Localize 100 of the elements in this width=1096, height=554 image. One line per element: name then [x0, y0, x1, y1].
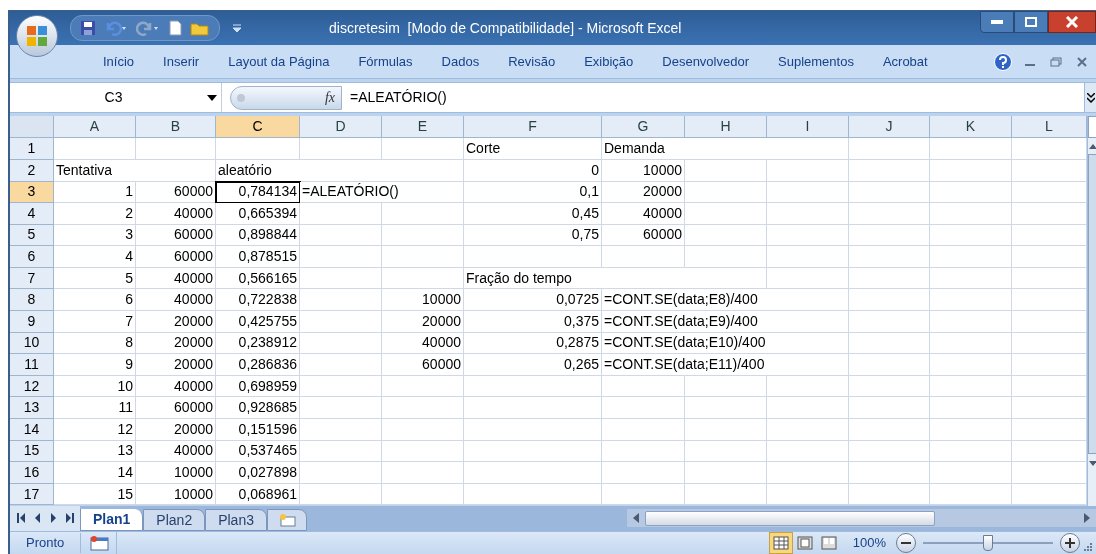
- table-cell[interactable]: [216, 138, 300, 160]
- table-cell[interactable]: [767, 159, 849, 182]
- table-cell[interactable]: [464, 375, 602, 398]
- column-header[interactable]: D: [300, 116, 382, 139]
- select-all-corner[interactable]: [10, 116, 54, 139]
- minimize-button[interactable]: [980, 11, 1014, 33]
- table-cell[interactable]: [930, 462, 1012, 484]
- table-cell[interactable]: [602, 419, 685, 441]
- zoom-in-button[interactable]: [1060, 532, 1080, 553]
- table-cell[interactable]: [464, 462, 602, 484]
- table-cell[interactable]: [849, 159, 930, 182]
- table-cell[interactable]: [300, 138, 382, 160]
- first-sheet-icon[interactable]: [16, 512, 26, 525]
- office-button[interactable]: [16, 15, 58, 57]
- table-cell[interactable]: [767, 181, 849, 204]
- table-cell[interactable]: [930, 311, 1012, 333]
- table-cell[interactable]: [767, 246, 849, 268]
- table-cell[interactable]: 0,286836: [216, 354, 300, 376]
- table-cell[interactable]: [685, 246, 767, 268]
- table-cell[interactable]: aleatório: [216, 159, 464, 182]
- table-cell[interactable]: [382, 483, 464, 506]
- table-cell[interactable]: [382, 462, 464, 484]
- table-cell[interactable]: Tentativa: [54, 159, 216, 182]
- table-cell[interactable]: =CONT.SE(data;E11)/400: [602, 354, 849, 376]
- table-cell[interactable]: [849, 224, 930, 247]
- table-cell[interactable]: [849, 267, 930, 290]
- ribbon-tab[interactable]: Fórmulas: [345, 51, 426, 72]
- table-cell[interactable]: [1012, 138, 1087, 160]
- row-header[interactable]: 15: [10, 440, 54, 463]
- vertical-scrollbar[interactable]: [1087, 116, 1096, 507]
- table-cell[interactable]: [300, 397, 382, 420]
- table-cell[interactable]: [685, 397, 767, 420]
- table-cell[interactable]: [849, 483, 930, 506]
- table-cell[interactable]: Demanda: [602, 138, 849, 160]
- table-cell[interactable]: 0,698959: [216, 375, 300, 398]
- table-cell[interactable]: [382, 246, 464, 268]
- table-cell[interactable]: 20000: [382, 311, 464, 333]
- table-cell[interactable]: [849, 332, 930, 355]
- table-cell[interactable]: [1012, 419, 1087, 441]
- table-cell[interactable]: Corte: [464, 138, 602, 160]
- table-cell[interactable]: 0,722838: [216, 289, 300, 312]
- table-cell[interactable]: 13: [54, 440, 136, 463]
- table-cell[interactable]: 20000: [136, 419, 216, 441]
- row-header[interactable]: 1: [10, 138, 54, 160]
- help-icon[interactable]: [994, 52, 1012, 71]
- table-cell[interactable]: [382, 224, 464, 247]
- table-cell[interactable]: 40000: [136, 440, 216, 463]
- table-cell[interactable]: 60000: [382, 354, 464, 376]
- table-cell[interactable]: [1012, 332, 1087, 355]
- table-cell[interactable]: [930, 267, 1012, 290]
- table-cell[interactable]: 0,0725: [464, 289, 602, 312]
- table-cell[interactable]: [849, 289, 930, 312]
- scroll-left-icon[interactable]: [633, 513, 639, 524]
- table-cell[interactable]: [685, 181, 767, 204]
- table-cell[interactable]: 10000: [382, 289, 464, 312]
- table-cell[interactable]: 0: [464, 159, 602, 182]
- table-cell[interactable]: 0,566165: [216, 267, 300, 290]
- table-cell[interactable]: [300, 419, 382, 441]
- ribbon-tab[interactable]: Início: [90, 51, 148, 72]
- table-cell[interactable]: [767, 419, 849, 441]
- table-cell[interactable]: [382, 203, 464, 225]
- table-cell[interactable]: 14: [54, 462, 136, 484]
- next-sheet-icon[interactable]: [48, 512, 58, 525]
- table-cell[interactable]: [1012, 311, 1087, 333]
- table-cell[interactable]: [685, 375, 767, 398]
- dropdown-caret-icon[interactable]: [207, 94, 217, 101]
- row-header[interactable]: 7: [10, 267, 54, 290]
- table-cell[interactable]: [930, 354, 1012, 376]
- column-header[interactable]: G: [602, 116, 685, 139]
- table-cell[interactable]: 40000: [136, 267, 216, 290]
- table-cell[interactable]: [930, 419, 1012, 441]
- table-cell[interactable]: Fração do tempo: [464, 267, 767, 290]
- table-cell[interactable]: [767, 203, 849, 225]
- table-cell[interactable]: 10: [54, 375, 136, 398]
- table-cell[interactable]: 10000: [602, 159, 685, 182]
- table-cell[interactable]: 40000: [382, 332, 464, 355]
- table-cell[interactable]: [464, 397, 602, 420]
- table-cell[interactable]: 40000: [136, 203, 216, 225]
- ribbon-tab[interactable]: Desenvolvedor: [649, 51, 762, 72]
- row-header[interactable]: 5: [10, 224, 54, 247]
- table-cell[interactable]: [849, 181, 930, 204]
- table-cell[interactable]: [685, 203, 767, 225]
- table-cell[interactable]: 7: [54, 311, 136, 333]
- table-cell[interactable]: [1012, 203, 1087, 225]
- table-cell[interactable]: [54, 138, 136, 160]
- sheet-tab[interactable]: Plan2: [143, 508, 206, 531]
- table-cell[interactable]: [685, 462, 767, 484]
- sheet-tab[interactable]: Plan3: [205, 508, 267, 531]
- row-header[interactable]: 12: [10, 375, 54, 398]
- table-cell[interactable]: 12: [54, 419, 136, 441]
- table-cell[interactable]: [300, 462, 382, 484]
- maximize-button[interactable]: [1014, 11, 1048, 33]
- table-cell[interactable]: [1012, 375, 1087, 398]
- table-cell[interactable]: [1012, 224, 1087, 247]
- ribbon-tab[interactable]: Revisão: [495, 51, 569, 72]
- table-cell[interactable]: [382, 138, 464, 160]
- row-header[interactable]: 6: [10, 246, 54, 268]
- row-header[interactable]: 11: [10, 354, 54, 376]
- horizontal-scrollbar[interactable]: [627, 509, 1096, 528]
- table-cell[interactable]: 0,75: [464, 224, 602, 247]
